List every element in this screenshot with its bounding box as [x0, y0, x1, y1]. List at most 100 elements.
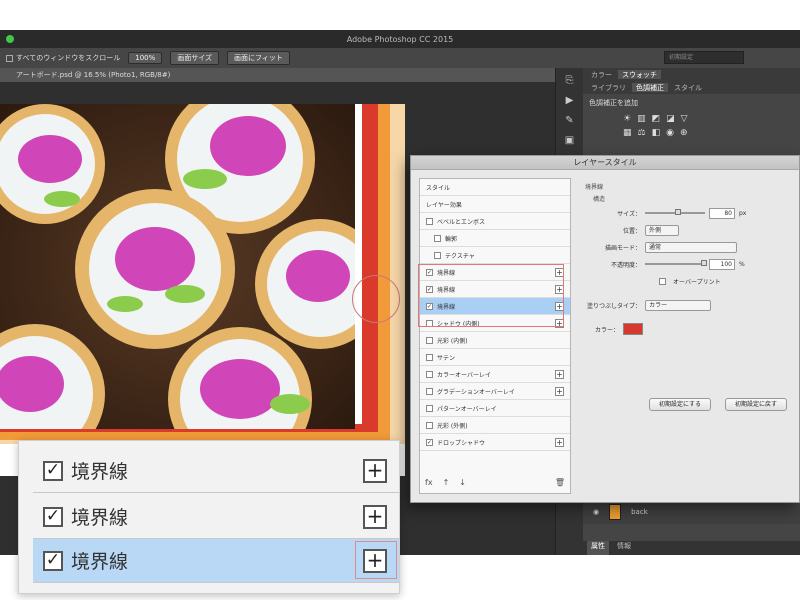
tab-adjustments[interactable]: 色調補正	[632, 83, 668, 92]
hue-icon[interactable]: ▦	[623, 128, 632, 138]
callout-plus-highlight	[355, 541, 397, 579]
style-checkbox[interactable]	[426, 353, 433, 361]
opacity-label: 不透明度：	[610, 261, 641, 269]
trash-icon[interactable]: 🗑	[555, 478, 565, 492]
fit-screen-button[interactable]: 画面サイズ	[170, 51, 220, 65]
add-style-button[interactable]: +	[555, 370, 564, 379]
window-title: Adobe Photoshop CC 2015	[346, 34, 454, 44]
size-slider-knob[interactable]	[675, 209, 681, 215]
style-list-footer: fx ↑ ↓ 🗑	[419, 478, 571, 492]
style-list-item[interactable]: パターンオーバーレイ	[420, 400, 570, 417]
add-style-button[interactable]: +	[555, 387, 564, 396]
tab-libraries[interactable]: ライブラリ	[587, 83, 630, 92]
position-select[interactable]: 外側	[645, 224, 679, 236]
style-list-item[interactable]: カラーオーバーレイ +	[420, 366, 570, 383]
layer-style-dialog: レイヤースタイル スタイル レイヤー効果 ベベルとエンボス 輪郭 テクスチャ ✓ 境界線 + ✓…	[410, 155, 800, 503]
style-checkbox[interactable]: ✓	[426, 438, 433, 446]
style-checkbox[interactable]	[426, 336, 433, 344]
move-down-icon[interactable]: ↓	[459, 478, 466, 492]
artboard[interactable]	[0, 104, 405, 476]
balance-icon[interactable]: ⚖	[638, 128, 646, 138]
scroll-all-option[interactable]: すべてのウィンドウをスクロール	[6, 53, 120, 63]
zoom-100-button[interactable]: 100%	[128, 52, 163, 64]
tab-properties[interactable]: 属性	[587, 541, 609, 555]
zoomed-callout: ✓ 境界線 + ✓ 境界線 + ✓ 境界線 +	[18, 440, 400, 594]
style-list-item[interactable]: 輪郭	[420, 230, 570, 247]
dialog-title: レイヤースタイル	[411, 156, 799, 170]
play-icon[interactable]: ▶	[562, 94, 578, 108]
style-list-item[interactable]: ベベルとエンボス	[420, 213, 570, 230]
style-list-item[interactable]: サテン	[420, 349, 570, 366]
style-checkbox[interactable]	[426, 217, 433, 225]
cookie-photo	[0, 104, 355, 429]
bw-icon[interactable]: ◧	[652, 128, 661, 138]
tab-styles[interactable]: スタイル	[670, 83, 706, 92]
photo-filter-icon[interactable]: ◉	[666, 128, 674, 138]
reset-default-button[interactable]: 初期設定に戻す	[725, 398, 787, 411]
tab-color[interactable]: カラー	[587, 70, 616, 79]
levels-icon[interactable]: ▥	[637, 114, 646, 124]
tab-info[interactable]: 情報	[613, 541, 635, 555]
size-input[interactable]: 80	[709, 207, 735, 219]
tab-swatches[interactable]: スウォッチ	[618, 70, 661, 79]
style-list-item[interactable]: レイヤー効果	[420, 196, 570, 213]
exposure-icon[interactable]: ◪	[666, 114, 675, 124]
mixer-icon[interactable]: ⊕	[680, 128, 688, 138]
callout-add-button[interactable]: +	[363, 459, 387, 483]
size-row: サイズ： 80 px	[579, 206, 791, 220]
add-style-button[interactable]: +	[555, 438, 564, 447]
style-label: ベベルとエンボス	[437, 218, 486, 226]
style-list-item[interactable]: 光彩 (内側)	[420, 332, 570, 349]
callout-style-row[interactable]: ✓ 境界線 +	[33, 495, 399, 539]
size-slider[interactable]	[645, 209, 705, 215]
brightness-icon[interactable]: ☀	[623, 114, 631, 124]
opacity-input[interactable]: 100	[709, 258, 735, 270]
style-label: グラデーションオーバーレイ	[437, 388, 515, 396]
vibrance-icon[interactable]: ▽	[681, 114, 688, 124]
brush-icon[interactable]: ✎	[562, 114, 578, 128]
opacity-slider[interactable]	[645, 260, 707, 266]
style-checkbox[interactable]	[426, 404, 433, 412]
style-checkbox[interactable]	[426, 421, 433, 429]
workspace-select[interactable]: 初期設定	[664, 51, 744, 64]
style-list-item[interactable]: テクスチャ	[420, 247, 570, 264]
callout-checkbox[interactable]: ✓	[43, 506, 63, 527]
visibility-eye-icon[interactable]: ◉	[593, 508, 599, 516]
panel-tabs-second: ライブラリ 色調補正 スタイル	[583, 81, 800, 94]
style-list-item[interactable]: スタイル	[420, 179, 570, 196]
callout-add-button[interactable]: +	[363, 505, 387, 529]
style-checkbox[interactable]	[434, 234, 441, 242]
stroke-settings: 境界線 構造 サイズ： 80 px 位置： 外側 描画モード： 通常 不透明度：…	[579, 178, 791, 418]
swatch-icon[interactable]: ▣	[562, 134, 578, 148]
structure-label: 構造	[593, 196, 606, 203]
callout-checkbox[interactable]: ✓	[43, 460, 63, 481]
curves-icon[interactable]: ◩	[652, 114, 661, 124]
style-checkbox[interactable]	[434, 251, 441, 259]
document-tab[interactable]: アートボード.psd @ 16.5% (Photo1, RGB/8#)	[0, 68, 555, 82]
style-checkbox[interactable]	[426, 370, 433, 378]
opacity-row: 不透明度： 100 %	[579, 257, 791, 271]
fill-screen-button[interactable]: 画面にフィット	[227, 51, 290, 65]
make-default-button[interactable]: 初期設定にする	[649, 398, 711, 411]
opacity-slider-knob[interactable]	[701, 260, 707, 266]
style-label: テクスチャ	[445, 252, 475, 260]
history-icon[interactable]: ⎘	[562, 74, 578, 88]
callout-checkbox[interactable]: ✓	[43, 550, 63, 571]
fx-icon[interactable]: fx	[425, 478, 433, 492]
window-zoom-button[interactable]	[6, 35, 14, 43]
blend-mode-select[interactable]: 通常	[645, 241, 737, 253]
adjustment-icons-row: ▦ ⚖ ◧ ◉ ⊕	[583, 126, 800, 140]
style-list-item[interactable]: グラデーションオーバーレイ +	[420, 383, 570, 400]
overprint-checkbox[interactable]	[659, 277, 666, 285]
fill-type-select[interactable]: カラー	[645, 299, 712, 311]
callout-style-row[interactable]: ✓ 境界線 +	[33, 539, 399, 583]
scroll-all-label: すべてのウィンドウをスクロール	[16, 54, 121, 62]
stroke-color-swatch[interactable]	[623, 323, 644, 335]
move-up-icon[interactable]: ↑	[443, 478, 450, 492]
style-list-item[interactable]: ✓ ドロップシャドウ +	[420, 434, 570, 451]
style-list-item[interactable]: 光彩 (外側)	[420, 417, 570, 434]
panel-tabs-top: カラー スウォッチ	[583, 68, 800, 81]
scroll-all-checkbox[interactable]	[6, 54, 13, 62]
callout-style-row[interactable]: ✓ 境界線 +	[33, 449, 399, 493]
style-checkbox[interactable]	[426, 387, 433, 395]
